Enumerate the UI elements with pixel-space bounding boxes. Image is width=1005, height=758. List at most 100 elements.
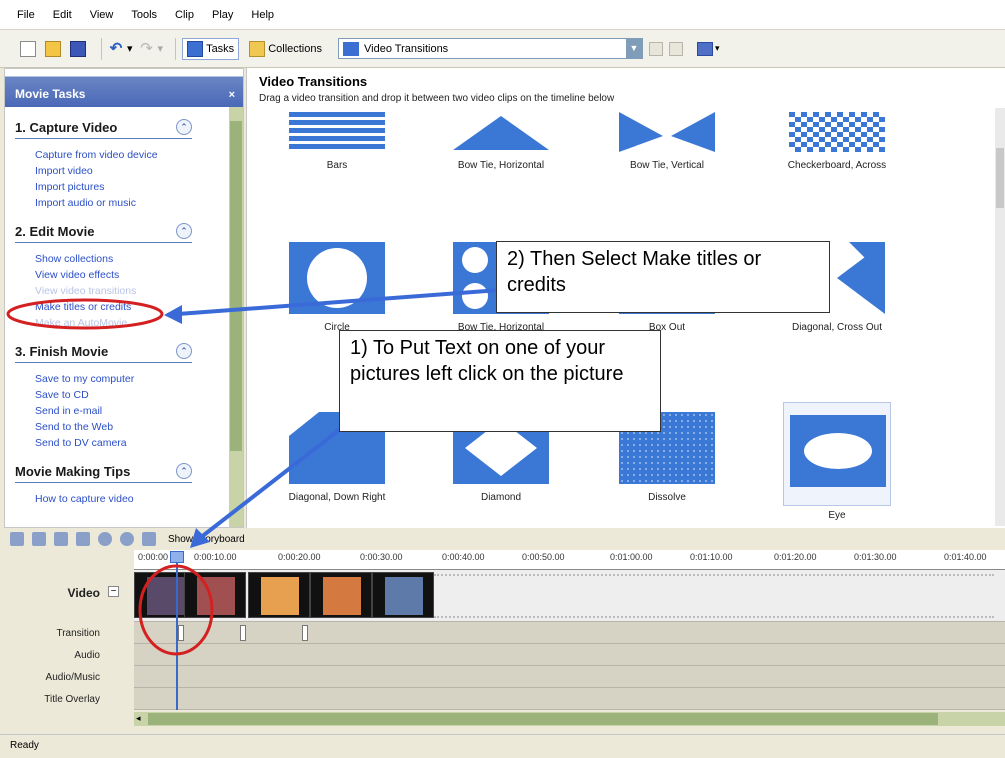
section-edit-movie[interactable]: 2. Edit Movie ⌃ xyxy=(15,223,192,243)
video-clip[interactable] xyxy=(372,572,434,618)
link-save-cd[interactable]: Save to CD xyxy=(35,387,243,403)
link-import-audio[interactable]: Import audio or music xyxy=(35,195,243,211)
section-finish-movie[interactable]: 3. Finish Movie ⌃ xyxy=(15,343,192,363)
redo-button[interactable]: ↷ ▾ xyxy=(139,38,164,60)
transition-tile[interactable]: Bow Tie, Horizontal xyxy=(431,112,571,171)
playhead-handle[interactable] xyxy=(170,551,184,563)
tasks-button[interactable]: Tasks xyxy=(182,37,240,60)
scrollbar-thumb[interactable] xyxy=(230,121,242,451)
transition-label: Bow Tie, Horizontal xyxy=(457,160,545,171)
redo-dropdown-icon: ▾ xyxy=(157,43,164,55)
save-disk-icon xyxy=(70,40,86,57)
link-make-automovie[interactable]: Make an AutoMovie xyxy=(35,315,243,331)
transition-label: Diamond xyxy=(480,492,522,503)
transition-tile[interactable]: Circle xyxy=(267,242,407,333)
scroll-left-icon[interactable]: ◂ xyxy=(136,713,141,724)
link-send-web[interactable]: Send to the Web xyxy=(35,419,243,435)
link-show-collections[interactable]: Show collections xyxy=(35,251,243,267)
video-clip[interactable] xyxy=(248,572,310,618)
collections-label: Collections xyxy=(268,42,322,55)
show-storyboard-button[interactable]: Show Storyboard xyxy=(168,534,245,545)
collections-button[interactable]: Collections xyxy=(245,38,326,60)
new-project-button[interactable] xyxy=(20,38,39,60)
menu-view[interactable]: View xyxy=(81,9,123,21)
rewind-icon[interactable] xyxy=(98,532,112,546)
clip-thumbnail xyxy=(147,577,185,615)
section-title: 3. Finish Movie xyxy=(15,343,109,359)
chevron-up-icon[interactable]: ⌃ xyxy=(176,119,192,135)
link-import-pictures[interactable]: Import pictures xyxy=(35,179,243,195)
chevron-up-icon[interactable]: ⌃ xyxy=(176,223,192,239)
section-movie-tips[interactable]: Movie Making Tips ⌃ xyxy=(15,463,192,483)
transition-tile[interactable]: Bow Tie, Vertical xyxy=(597,112,737,171)
narrate-timeline-icon[interactable] xyxy=(32,532,46,546)
transition-label: Checkerboard, Across xyxy=(787,160,887,171)
menu-tools[interactable]: Tools xyxy=(122,9,166,21)
link-send-dv[interactable]: Send to DV camera xyxy=(35,435,243,451)
menu-help[interactable]: Help xyxy=(242,9,283,21)
ruler-tick: 0:01:40.00 xyxy=(944,552,987,562)
timeline-toolbar: Show Storyboard xyxy=(0,528,1005,550)
zoom-out-icon[interactable] xyxy=(76,532,90,546)
movie-tasks-title: Movie Tasks xyxy=(15,87,86,101)
chevron-up-icon[interactable]: ⌃ xyxy=(176,463,192,479)
transition-marker[interactable] xyxy=(178,625,184,641)
menu-clip[interactable]: Clip xyxy=(166,9,203,21)
link-send-email[interactable]: Send in e-mail xyxy=(35,403,243,419)
audio-music-track[interactable] xyxy=(134,666,1005,688)
link-import-video[interactable]: Import video xyxy=(35,163,243,179)
transition-marker[interactable] xyxy=(240,625,246,641)
link-capture-device[interactable]: Capture from video device xyxy=(35,147,243,163)
title-overlay-track[interactable] xyxy=(134,688,1005,710)
link-save-computer[interactable]: Save to my computer xyxy=(35,371,243,387)
open-project-button[interactable] xyxy=(45,38,64,60)
save-project-button[interactable] xyxy=(70,38,89,60)
storyboard-icon[interactable] xyxy=(142,532,156,546)
transition-track[interactable] xyxy=(134,622,1005,644)
transition-tile[interactable]: Bars xyxy=(267,112,407,171)
zoom-in-icon[interactable] xyxy=(54,532,68,546)
link-how-capture[interactable]: How to capture video xyxy=(35,491,243,507)
undo-button[interactable]: ↶ ▾ xyxy=(108,38,133,60)
status-bar: Ready xyxy=(0,734,1005,758)
audio-track[interactable] xyxy=(134,644,1005,666)
set-audio-levels-icon[interactable] xyxy=(10,532,24,546)
tips-links: How to capture video xyxy=(35,491,243,507)
scrollbar-thumb[interactable] xyxy=(996,148,1004,208)
tasks-label: Tasks xyxy=(206,42,235,55)
new-collection-folder-icon[interactable] xyxy=(669,41,683,56)
transition-tile-selected[interactable]: Eye xyxy=(767,402,907,521)
menu-file[interactable]: File xyxy=(8,9,44,21)
close-icon[interactable]: × xyxy=(229,89,235,101)
ruler-tick: 0:01:30.00 xyxy=(854,552,897,562)
timeline-ruler[interactable]: 0:00:00 0:00:10.00 0:00:20.00 0:00:30.00… xyxy=(134,550,1005,570)
menu-edit[interactable]: Edit xyxy=(44,9,81,21)
timeline-scrollbar[interactable]: ◂ xyxy=(134,712,1005,726)
taskpane-scrollbar[interactable] xyxy=(229,107,243,527)
playhead[interactable] xyxy=(176,556,178,710)
video-clip[interactable] xyxy=(184,572,246,618)
transition-tile[interactable]: Checkerboard, Across xyxy=(767,112,907,171)
new-file-icon xyxy=(20,40,36,57)
chevron-down-icon[interactable]: ▼ xyxy=(626,39,642,58)
link-view-effects[interactable]: View video effects xyxy=(35,267,243,283)
chevron-up-icon[interactable]: ⌃ xyxy=(176,343,192,359)
video-clip[interactable] xyxy=(310,572,372,618)
movie-tasks-header: Movie Tasks × xyxy=(5,69,243,107)
up-one-level-icon[interactable] xyxy=(649,41,663,56)
panel-scrollbar[interactable] xyxy=(995,108,1005,526)
views-dropdown-icon[interactable]: ▾ xyxy=(715,43,720,54)
clip-thumbnail xyxy=(385,577,423,615)
video-track[interactable] xyxy=(134,570,1005,622)
transition-marker[interactable] xyxy=(302,625,308,641)
scrollbar-thumb[interactable] xyxy=(148,713,938,725)
menu-play[interactable]: Play xyxy=(203,9,242,21)
transition-label: Diagonal, Down Right xyxy=(288,492,386,503)
collection-combo[interactable]: Video Transitions ▼ xyxy=(338,38,643,59)
collapse-video-icon[interactable]: − xyxy=(108,586,119,597)
play-icon[interactable] xyxy=(120,532,134,546)
link-make-titles[interactable]: Make titles or credits xyxy=(35,299,243,315)
section-capture-video[interactable]: 1. Capture Video ⌃ xyxy=(15,119,192,139)
views-icon[interactable] xyxy=(697,41,713,56)
link-view-transitions[interactable]: View video transitions xyxy=(35,283,243,299)
